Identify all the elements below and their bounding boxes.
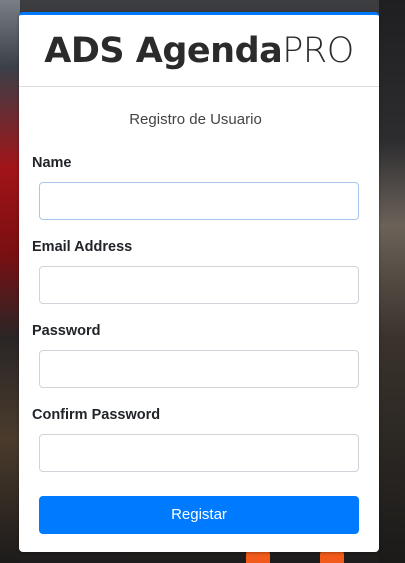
traffic-cone (320, 551, 344, 563)
name-label: Name (32, 155, 72, 171)
background-left-edge (0, 0, 20, 563)
password-label: Password (32, 323, 101, 339)
traffic-cone (246, 551, 270, 563)
form-message: Registro de Usuario (129, 111, 262, 128)
card-body: Registro de Usuario Name Email Address P… (19, 111, 379, 534)
confirm-password-input[interactable] (39, 434, 359, 472)
register-card: ADS AgendaPRO Registro de Usuario Name E… (19, 12, 379, 552)
confirm-password-label: Confirm Password (32, 407, 161, 423)
email-label: Email Address (32, 239, 133, 255)
email-input[interactable] (39, 266, 359, 304)
password-input[interactable] (39, 350, 359, 388)
background-right-edge (379, 0, 405, 563)
register-button[interactable]: Registar (39, 496, 359, 534)
brand-name-bold: ADS Agenda (44, 31, 283, 71)
brand-logo[interactable]: ADS AgendaPRO (44, 31, 354, 71)
name-input[interactable] (39, 182, 359, 220)
card-header: ADS AgendaPRO (19, 15, 379, 87)
brand-name-light: PRO (282, 31, 354, 71)
